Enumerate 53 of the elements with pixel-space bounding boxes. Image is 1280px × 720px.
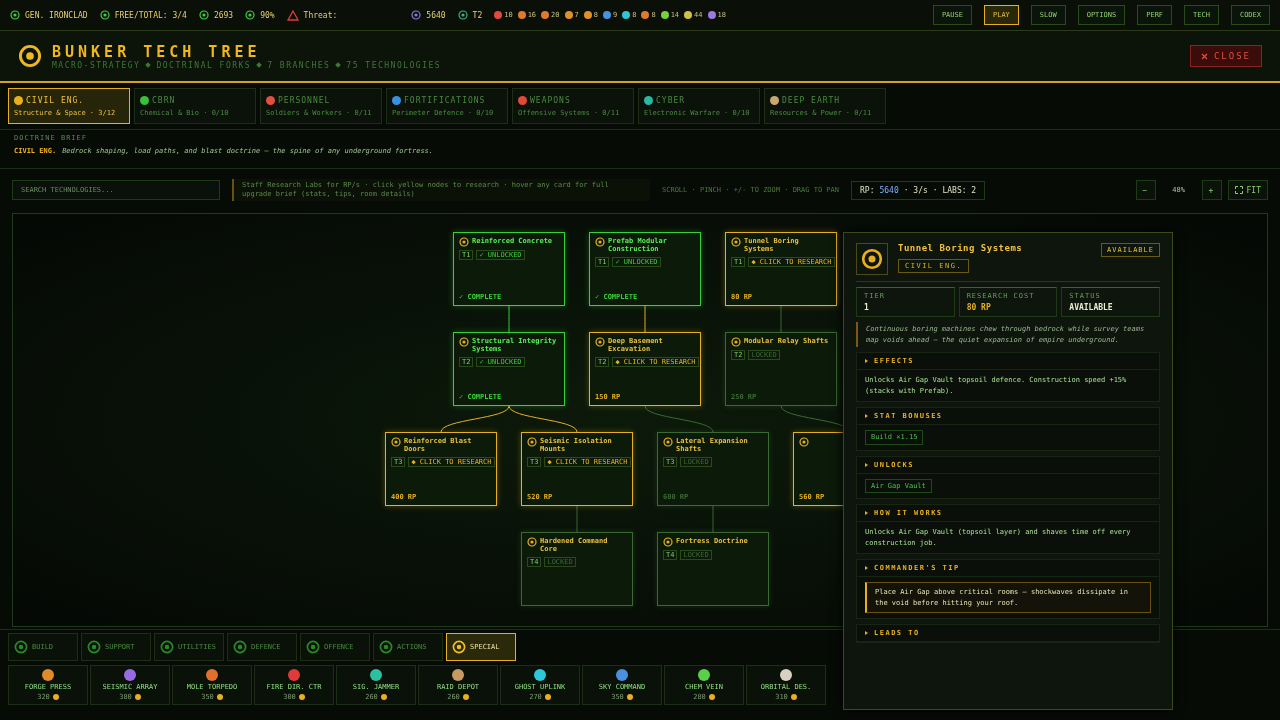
power-counter: 90%: [245, 10, 275, 20]
zoom-in-button[interactable]: +: [1201, 180, 1222, 200]
connector-line: [780, 305, 782, 333]
research-panel: RP: 5640 · 3/s · LABS: 2: [851, 180, 986, 200]
connector-line: [576, 505, 578, 533]
tech-icon: [459, 237, 469, 247]
connector-line: [712, 505, 714, 533]
connector-line: [508, 405, 578, 433]
tech-icon: [663, 537, 673, 547]
close-button[interactable]: CLOSE: [1189, 45, 1262, 67]
atom-icon: [411, 10, 422, 20]
tech-icon: [391, 437, 401, 447]
separator-icon: [256, 62, 262, 68]
commander-label: GEN. IRONCLAD: [10, 10, 88, 20]
detail-title: Tunnel Boring Systems: [898, 243, 1023, 253]
subtitle-text: 75 TECHNOLOGIES: [346, 60, 442, 70]
supplies-counter: 2693: [198, 10, 234, 20]
connector-line: [440, 405, 510, 433]
close-icon: [1200, 52, 1208, 60]
category-icon: [452, 640, 466, 654]
category-icon: [379, 640, 393, 654]
connector-line: [644, 305, 646, 333]
separator-icon: [335, 62, 342, 68]
fit-icon: [1234, 186, 1243, 194]
subtitle-text: DOCTRINAL FORKS: [156, 60, 252, 70]
subtitle-text: 7 BRANCHES: [267, 60, 331, 70]
warning-icon: [286, 9, 299, 21]
tech-icon: [527, 437, 537, 447]
connector-line: [644, 405, 714, 433]
category-icon: [14, 640, 28, 654]
tech-icon: [595, 237, 605, 247]
zoom-out-button[interactable]: −: [1135, 180, 1156, 200]
tech-icon: [595, 337, 605, 347]
tech-icon: [663, 437, 673, 447]
tech-icon: [799, 437, 809, 447]
category-icon: [87, 640, 101, 654]
tech-icon: [731, 237, 741, 247]
fit-button[interactable]: FIT: [1227, 180, 1268, 200]
category-icon: [160, 640, 174, 654]
subtitle-text: MACRO-STRATEGY: [52, 60, 141, 70]
tier-indicator: T2: [457, 10, 483, 20]
page-title: BUNKER TECH TREE: [52, 42, 262, 61]
emblem-icon: [18, 44, 42, 68]
category-icon: [233, 640, 247, 654]
tech-icon: [459, 337, 469, 347]
threat-label: Threat:: [286, 9, 338, 21]
tech-icon: [527, 537, 537, 547]
tech-icon: [731, 337, 741, 347]
category-icon: [306, 640, 320, 654]
connector-line: [508, 305, 510, 333]
separator-icon: [145, 62, 152, 68]
research-points-counter: 5640: [411, 10, 446, 20]
workers-counter: FREE/TOTAL: 3/4: [99, 10, 187, 20]
